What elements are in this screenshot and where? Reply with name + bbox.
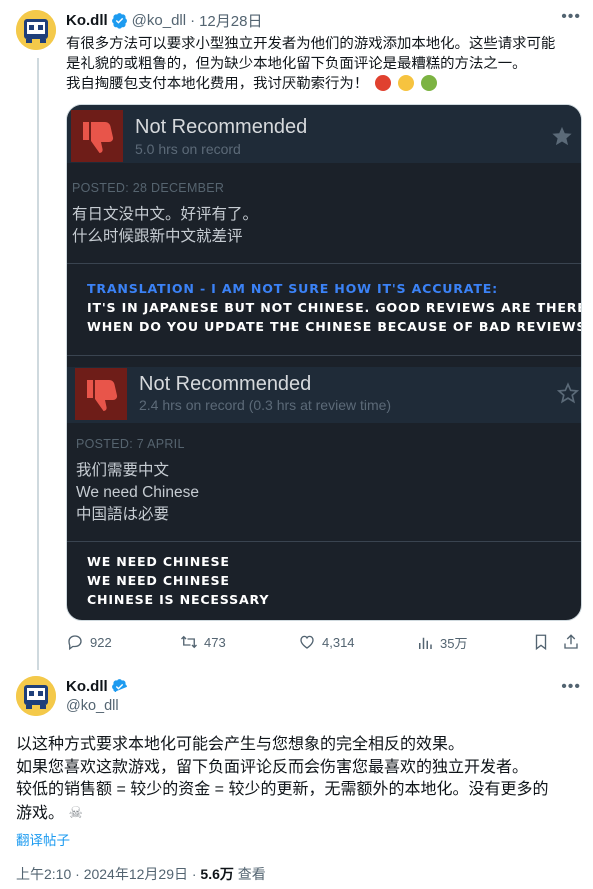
translation-line: WE NEED CHINESE: [87, 573, 230, 588]
tweet-date[interactable]: 12月28日: [199, 10, 262, 31]
separator-dot: ·: [190, 11, 196, 29]
review-body-line: 有日文没中文。好评有了。: [72, 206, 259, 223]
avatar[interactable]: [16, 10, 56, 50]
more-options-icon[interactable]: •••: [561, 678, 581, 696]
retweet-count: 473: [204, 634, 226, 650]
verified-badge-icon: [111, 679, 127, 693]
translate-post-link[interactable]: 翻译帖子: [16, 829, 70, 849]
review-posted-date: POSTED: 28 DECEMBER: [72, 181, 225, 195]
tweet-text-line: 有很多方法可以要求小型独立开发者为他们的游戏添加本地化。这些请求可能: [66, 36, 556, 52]
star-icon: [552, 126, 572, 146]
attached-image[interactable]: Not Recommended 5.0 hrs on record POSTED…: [66, 104, 582, 621]
tweet-text: 以这种方式要求本地化可能会产生与您想象的完全相反的效果。 如果您喜欢这款游戏，留…: [16, 734, 586, 825]
like-count: 4,314: [322, 634, 355, 650]
review-posted-date: POSTED: 7 APRIL: [76, 437, 185, 451]
more-options-icon[interactable]: •••: [561, 8, 581, 26]
review-body-line: We need Chinese: [76, 484, 199, 501]
tweet-text-line: 以这种方式要求本地化可能会产生与您想象的完全相反的效果。: [16, 736, 465, 753]
divider: [67, 355, 581, 356]
display-name[interactable]: Ko.dll: [66, 678, 108, 695]
tweet-actions: 922 473 4,314 35万: [66, 633, 582, 655]
tweet-text: 有很多方法可以要求小型独立开发者为他们的游戏添加本地化。这些请求可能 是礼貌的或…: [66, 34, 578, 94]
angry-face-icon: [375, 75, 392, 91]
tweet-header: Ko.dll @ko_dll · 12月28日: [66, 10, 262, 30]
review-body: 我们需要中文 We need Chinese 中国語は必要: [76, 460, 199, 526]
review-body-line: 中国語は必要: [76, 506, 170, 523]
views-label: 查看: [233, 866, 266, 882]
display-name[interactable]: Ko.dll: [66, 12, 108, 29]
translation-block: TRANSLATION - I AM NOT SURE HOW IT'S ACC…: [87, 279, 582, 336]
review-verdict: Not Recommended: [135, 116, 308, 138]
divider: [67, 263, 581, 264]
review-hours: 5.0 hrs on record: [135, 141, 241, 157]
review-verdict: Not Recommended: [139, 373, 312, 395]
retweet-button[interactable]: 473: [180, 633, 226, 651]
bookmark-icon: [535, 634, 547, 651]
translation-line: CHINESE IS NECESSARY: [87, 592, 270, 607]
review-body-line: 什么时候跟新中文就差评: [72, 228, 243, 245]
avatar[interactable]: [16, 676, 56, 716]
reply-button[interactable]: 922: [66, 633, 112, 651]
thumbs-down-icon: [71, 110, 123, 162]
tweet-text-line: 较低的销售额 = 较少的资金 = 较少的更新，无需额外的本地化。没有更多的: [16, 781, 549, 798]
star-outline-icon: [557, 382, 579, 404]
translation-line: IT'S IN JAPANESE BUT NOT CHINESE. GOOD R…: [87, 300, 582, 315]
reply-count: 922: [90, 634, 112, 650]
retweet-icon: [181, 635, 197, 649]
tweet-text-line: 我自掏腰包支付本地化费用，我讨厌勒索行为！: [66, 74, 578, 94]
translation-line: WHEN DO YOU UPDATE THE CHINESE BECAUSE O…: [87, 319, 582, 334]
translation-label: TRANSLATION - I AM NOT SURE HOW IT'S ACC…: [87, 281, 498, 296]
heart-icon: [300, 635, 314, 649]
verified-badge-icon: [111, 12, 127, 29]
tweet-meta: 上午2:10 · 2024年12月29日 · 5.6万 查看: [16, 864, 266, 884]
translation-block: WE NEED CHINESE WE NEED CHINESE CHINESE …: [87, 552, 269, 609]
pleading-face-icon: [398, 75, 415, 91]
views-button[interactable]: 35万: [416, 633, 467, 652]
tweet-timestamp[interactable]: 上午2:10 · 2024年12月29日 ·: [16, 866, 200, 882]
review-body: 有日文没中文。好评有了。 什么时候跟新中文就差评: [72, 204, 258, 248]
tweet-header: Ko.dll: [66, 678, 132, 695]
tweet-text-line: 如果您喜欢这款游戏，留下负面评论反而会伤害您最喜欢的独立开发者。: [16, 758, 529, 776]
tweet-text-line: 游戏。 ☠: [16, 802, 586, 826]
review-body-line: 我们需要中文: [76, 462, 170, 479]
divider: [67, 541, 581, 542]
view-count: 5.6万: [200, 866, 234, 882]
tweet-text-line-content: 游戏。: [16, 804, 65, 822]
view-count: 35万: [440, 636, 468, 651]
tweet-text-line: 是礼貌的或粗鲁的，但为缺少本地化留下负面评论是最糟糕的方法之一。: [66, 56, 527, 72]
share-button[interactable]: [562, 633, 586, 651]
review-hours: 2.4 hrs on record (0.3 hrs at review tim…: [139, 397, 392, 413]
share-icon: [564, 634, 578, 649]
thumbs-down-icon: [75, 368, 127, 420]
tweet-text-line-content: 我自掏腰包支付本地化费用，我讨厌勒索行为！: [66, 76, 369, 92]
handle[interactable]: @ko_dll: [66, 698, 119, 714]
handle[interactable]: @ko_dll: [132, 12, 186, 29]
thread-line: [37, 58, 39, 670]
translation-line: WE NEED CHINESE: [87, 554, 230, 569]
like-button[interactable]: 4,314: [298, 633, 355, 651]
reply-icon: [68, 635, 82, 651]
bookmark-button[interactable]: [532, 633, 556, 651]
nauseated-face-icon: [421, 75, 438, 91]
skull-crossbones-icon: ☠: [68, 802, 83, 822]
analytics-icon: [419, 637, 432, 649]
